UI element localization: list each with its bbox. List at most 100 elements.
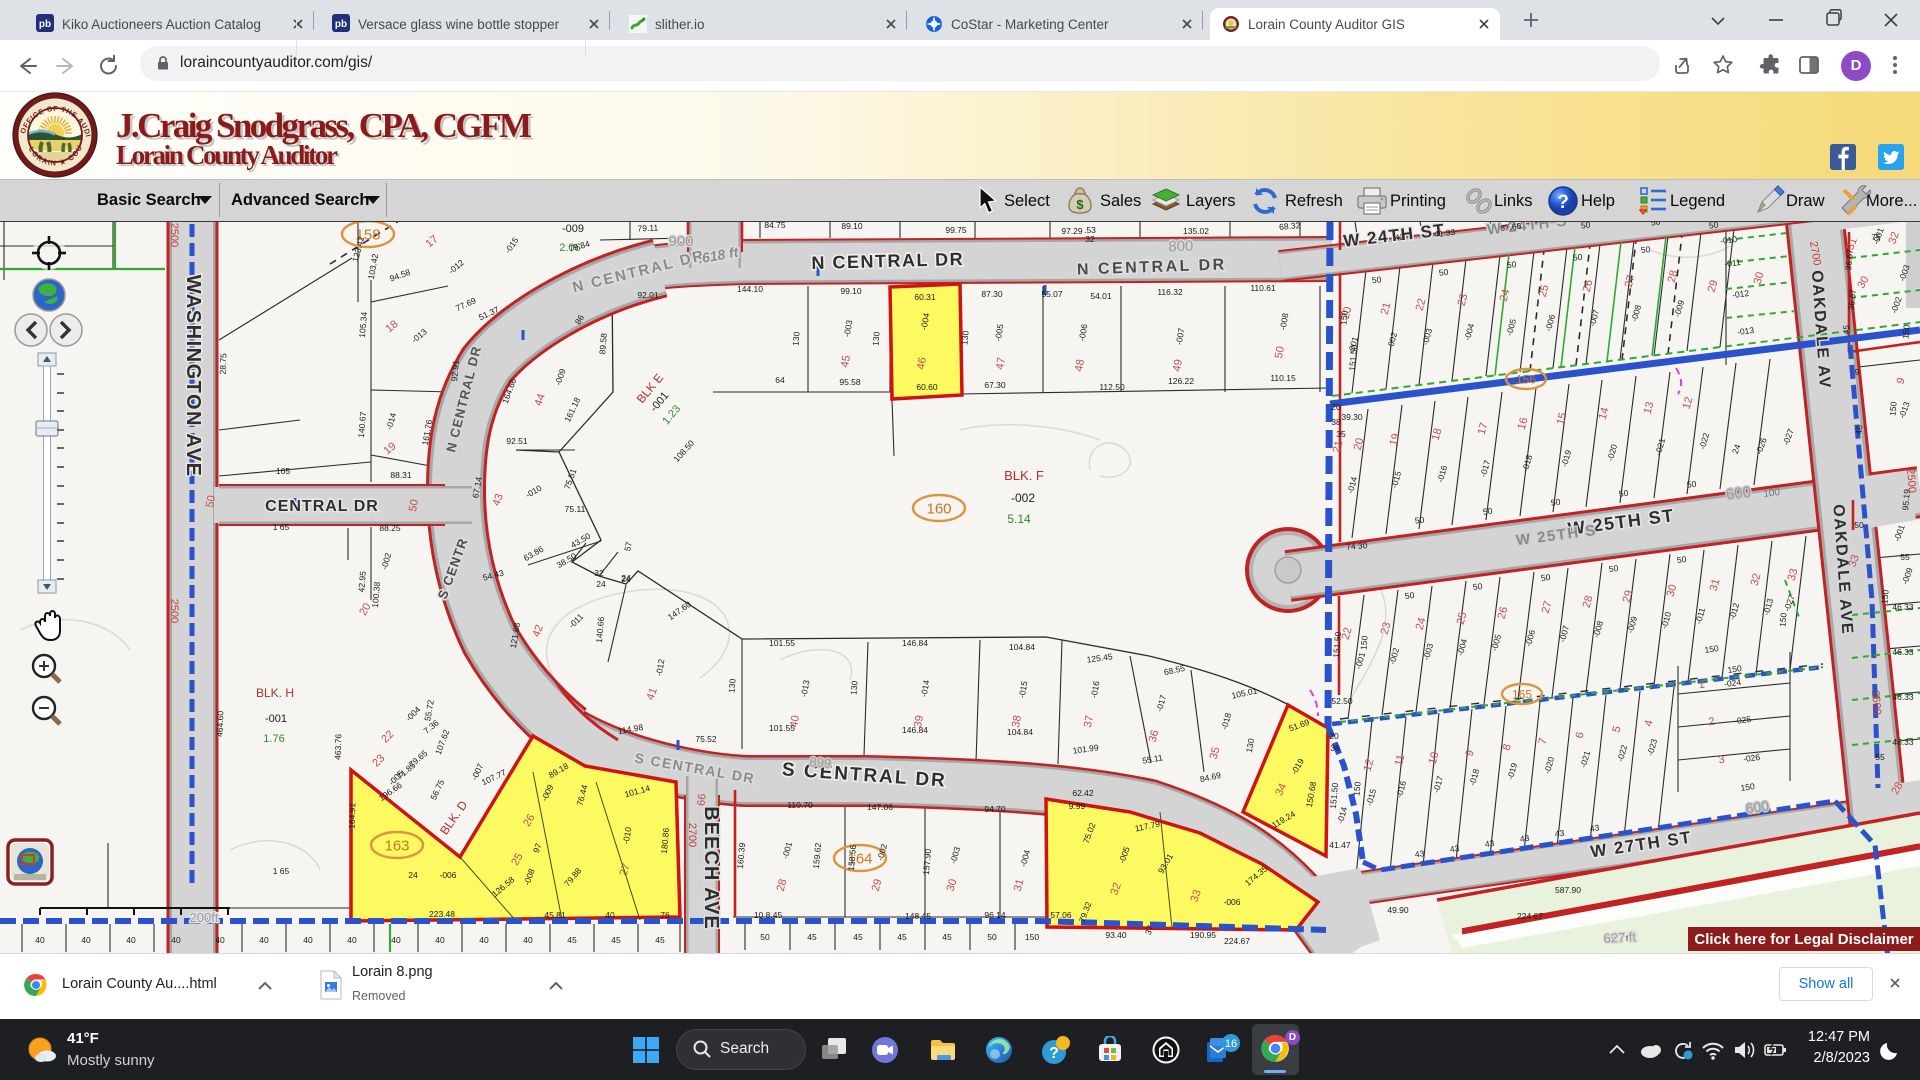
- svg-text:-002: -002: [1011, 491, 1035, 505]
- svg-text:N CENTRAL DR: N CENTRAL DR: [811, 249, 964, 273]
- svg-text:50: 50: [1540, 572, 1551, 583]
- svg-text:10 8.45: 10 8.45: [754, 910, 783, 920]
- svg-text:64: 64: [775, 375, 785, 385]
- svg-text:43: 43: [1484, 838, 1495, 849]
- svg-text:97.29: 97.29: [1061, 226, 1083, 236]
- svg-text:600: 600: [1745, 797, 1771, 816]
- svg-text:45: 45: [839, 354, 853, 368]
- svg-text:35: 35: [1336, 429, 1346, 439]
- svg-text:-006: -006: [1223, 897, 1240, 907]
- svg-text:50: 50: [1506, 259, 1517, 270]
- svg-text:50: 50: [1371, 274, 1382, 285]
- svg-text:45: 45: [942, 932, 952, 942]
- svg-text:95.58: 95.58: [839, 377, 861, 387]
- svg-text:9: 9: [1855, 367, 1860, 377]
- svg-text:150: 150: [1900, 324, 1911, 339]
- svg-text:50: 50: [407, 498, 421, 512]
- svg-text:55: 55: [1875, 752, 1885, 762]
- svg-text:Lorain County Auditor: Lorain County Auditor: [116, 140, 338, 170]
- svg-text:57: 57: [622, 541, 634, 552]
- svg-text:WASHINGTON AVE: WASHINGTON AVE: [182, 275, 204, 478]
- svg-text:160: 160: [926, 500, 951, 517]
- svg-text:800: 800: [1168, 238, 1194, 256]
- svg-text:40: 40: [171, 935, 181, 945]
- svg-text:2500: 2500: [168, 599, 180, 623]
- svg-text:60.31: 60.31: [914, 292, 936, 302]
- svg-text:40: 40: [126, 935, 136, 945]
- svg-text:$: $: [1076, 197, 1084, 212]
- svg-text:130: 130: [848, 680, 859, 695]
- svg-text:46.33: 46.33: [1892, 737, 1914, 747]
- svg-text:75.11: 75.11: [565, 504, 586, 514]
- svg-text:150: 150: [1351, 781, 1362, 796]
- svg-text:24: 24: [621, 573, 631, 583]
- svg-text:20: 20: [1331, 402, 1341, 412]
- svg-text:150: 150: [1740, 781, 1756, 793]
- svg-text:110.70: 110.70: [787, 800, 813, 810]
- svg-text:40: 40: [479, 935, 489, 945]
- svg-text:116.32: 116.32: [1157, 287, 1183, 297]
- svg-text:47: 47: [994, 356, 1008, 370]
- svg-text:50: 50: [987, 932, 997, 942]
- svg-text:50: 50: [1472, 581, 1483, 592]
- svg-text:130: 130: [726, 678, 737, 693]
- svg-text:66: 66: [696, 793, 709, 806]
- svg-text:900: 900: [668, 233, 693, 250]
- svg-text:46.33: 46.33: [1892, 692, 1914, 702]
- svg-text:1 65: 1 65: [273, 522, 290, 532]
- svg-text:50: 50: [1273, 345, 1287, 359]
- svg-text:28.75: 28.75: [217, 353, 228, 375]
- svg-text:148.45: 148.45: [905, 911, 931, 921]
- svg-text:75: 75: [1871, 232, 1881, 242]
- svg-text:146.84: 146.84: [902, 725, 928, 735]
- svg-text:100: 100: [1763, 487, 1781, 500]
- svg-text:150: 150: [1025, 932, 1039, 942]
- svg-text:62.42: 62.42: [1072, 788, 1094, 798]
- svg-text:36.67: 36.67: [1843, 248, 1855, 270]
- svg-text:50: 50: [1580, 222, 1591, 231]
- svg-text:20: 20: [1329, 731, 1339, 741]
- svg-text:48: 48: [1073, 358, 1087, 372]
- svg-text:50: 50: [1608, 563, 1619, 574]
- svg-text:45: 45: [611, 935, 621, 945]
- svg-text:164.91: 164.91: [347, 802, 358, 829]
- svg-text:55.07: 55.07: [1041, 289, 1063, 299]
- svg-text:50: 50: [1686, 479, 1697, 490]
- svg-text:55: 55: [1900, 552, 1910, 562]
- svg-text:38: 38: [1331, 417, 1341, 427]
- svg-text:95.19: 95.19: [1900, 488, 1912, 510]
- svg-text:88.31: 88.31: [390, 470, 412, 480]
- svg-text:2500: 2500: [168, 223, 180, 247]
- svg-text:50: 50: [1550, 497, 1561, 508]
- svg-text:587.90: 587.90: [1555, 885, 1581, 895]
- svg-text:75.52: 75.52: [695, 734, 717, 744]
- svg-text:165: 165: [1512, 687, 1532, 701]
- svg-text:50: 50: [1618, 488, 1629, 499]
- svg-text:45: 45: [897, 932, 907, 942]
- svg-text:49.90: 49.90: [1387, 905, 1409, 915]
- svg-text:76: 76: [660, 910, 670, 920]
- svg-text:45: 45: [1841, 324, 1852, 335]
- svg-text:50: 50: [760, 932, 770, 942]
- svg-text:pb: pb: [335, 19, 347, 30]
- svg-text:463.76: 463.76: [333, 733, 344, 760]
- svg-text:150: 150: [1887, 401, 1898, 416]
- svg-text:CENTRAL DR: CENTRAL DR: [265, 498, 379, 515]
- svg-text:36.67: 36.67: [1846, 288, 1858, 310]
- svg-text:94.70: 94.70: [984, 804, 1006, 814]
- svg-text:464.60: 464.60: [215, 710, 226, 737]
- svg-text:40: 40: [35, 935, 45, 945]
- svg-text:46.33: 46.33: [1892, 602, 1914, 612]
- svg-text:32: 32: [594, 568, 604, 578]
- svg-text:89.10: 89.10: [841, 222, 863, 231]
- svg-text:130: 130: [790, 331, 801, 346]
- svg-text:40: 40: [303, 935, 313, 945]
- svg-text:54.01: 54.01: [1090, 291, 1112, 301]
- svg-text:50: 50: [1414, 515, 1425, 526]
- svg-text:32: 32: [1085, 234, 1095, 244]
- svg-text:50: 50: [1854, 520, 1864, 530]
- svg-text:150: 150: [1358, 635, 1369, 650]
- svg-text:93.40: 93.40: [1105, 930, 1127, 940]
- svg-text:40: 40: [259, 935, 269, 945]
- svg-text:50: 50: [1640, 244, 1651, 255]
